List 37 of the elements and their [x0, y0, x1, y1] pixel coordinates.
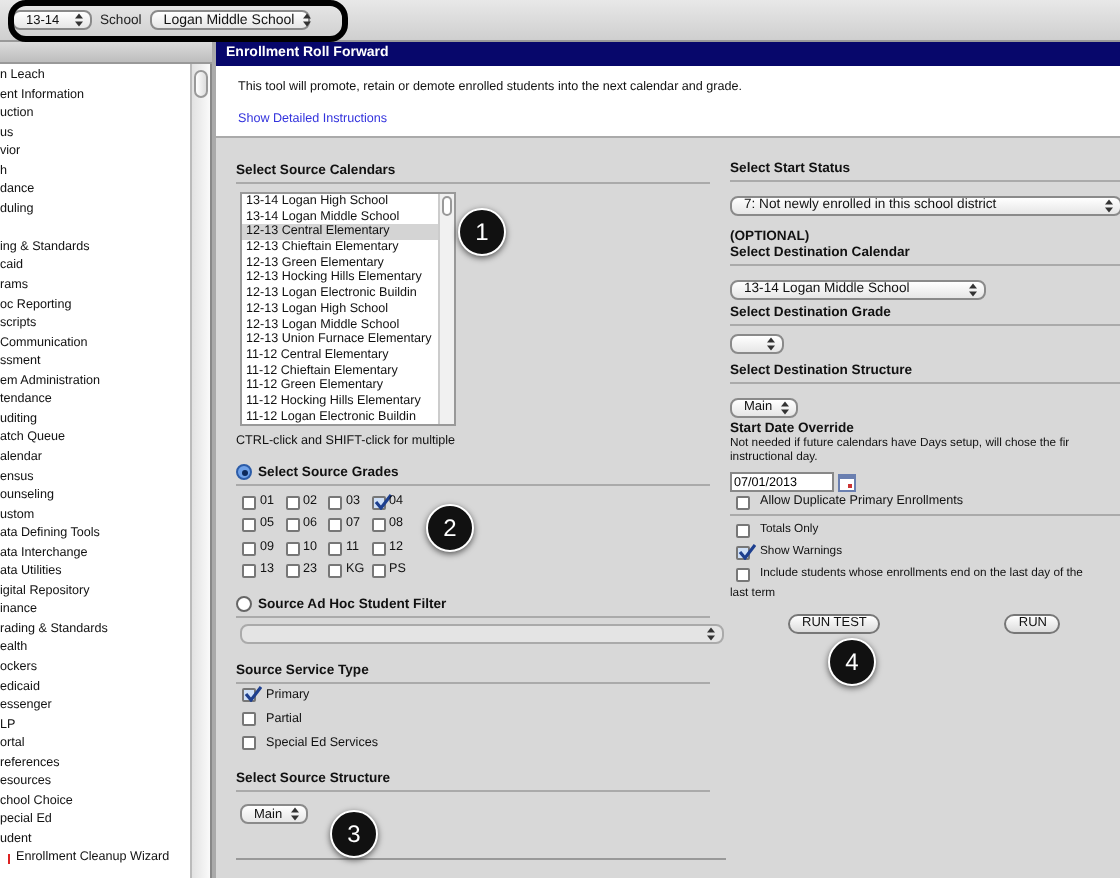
- updown-arrows-icon: [290, 806, 301, 822]
- checkbox[interactable]: [242, 688, 256, 702]
- grade-select[interactable]: [730, 334, 784, 354]
- checkbox[interactable]: [371, 518, 385, 533]
- updown-arrows-icon: [766, 336, 776, 352]
- checkbox[interactable]: [736, 568, 750, 582]
- updown-arrows-icon: [302, 12, 313, 28]
- checkbox[interactable]: [285, 495, 299, 510]
- checkbox[interactable]: [736, 524, 750, 538]
- updown-arrows-icon: [968, 281, 978, 297]
- checkbox[interactable]: [285, 541, 299, 556]
- checkbox[interactable]: [371, 564, 385, 579]
- checkbox[interactable]: [736, 495, 750, 509]
- radio-button[interactable]: [236, 464, 252, 480]
- calendar-icon[interactable]: [838, 473, 856, 491]
- checkbox[interactable]: [371, 495, 385, 510]
- updown-arrows-icon: [780, 399, 791, 415]
- checkbox[interactable]: [242, 495, 256, 510]
- checkbox[interactable]: [242, 712, 256, 726]
- checkbox[interactable]: [371, 541, 385, 556]
- checkbox[interactable]: [242, 736, 256, 750]
- checkbox[interactable]: [242, 564, 256, 579]
- checkbox[interactable]: [328, 564, 342, 579]
- scrollbar[interactable]: [438, 194, 454, 424]
- checkbox[interactable]: [328, 541, 342, 556]
- checkbox[interactable]: [242, 518, 256, 533]
- checkbox[interactable]: [242, 541, 256, 556]
- checkbox[interactable]: [285, 518, 299, 533]
- checkbox[interactable]: [736, 546, 750, 560]
- calendar-listbox[interactable]: [240, 192, 456, 426]
- scrollbar[interactable]: [190, 64, 210, 878]
- updown-arrows-icon: [74, 12, 84, 28]
- checkbox[interactable]: [285, 564, 299, 579]
- checkbox[interactable]: [328, 495, 342, 510]
- updown-arrows-icon: [706, 625, 716, 641]
- updown-arrows-icon: [1104, 197, 1114, 213]
- checkbox[interactable]: [328, 518, 342, 533]
